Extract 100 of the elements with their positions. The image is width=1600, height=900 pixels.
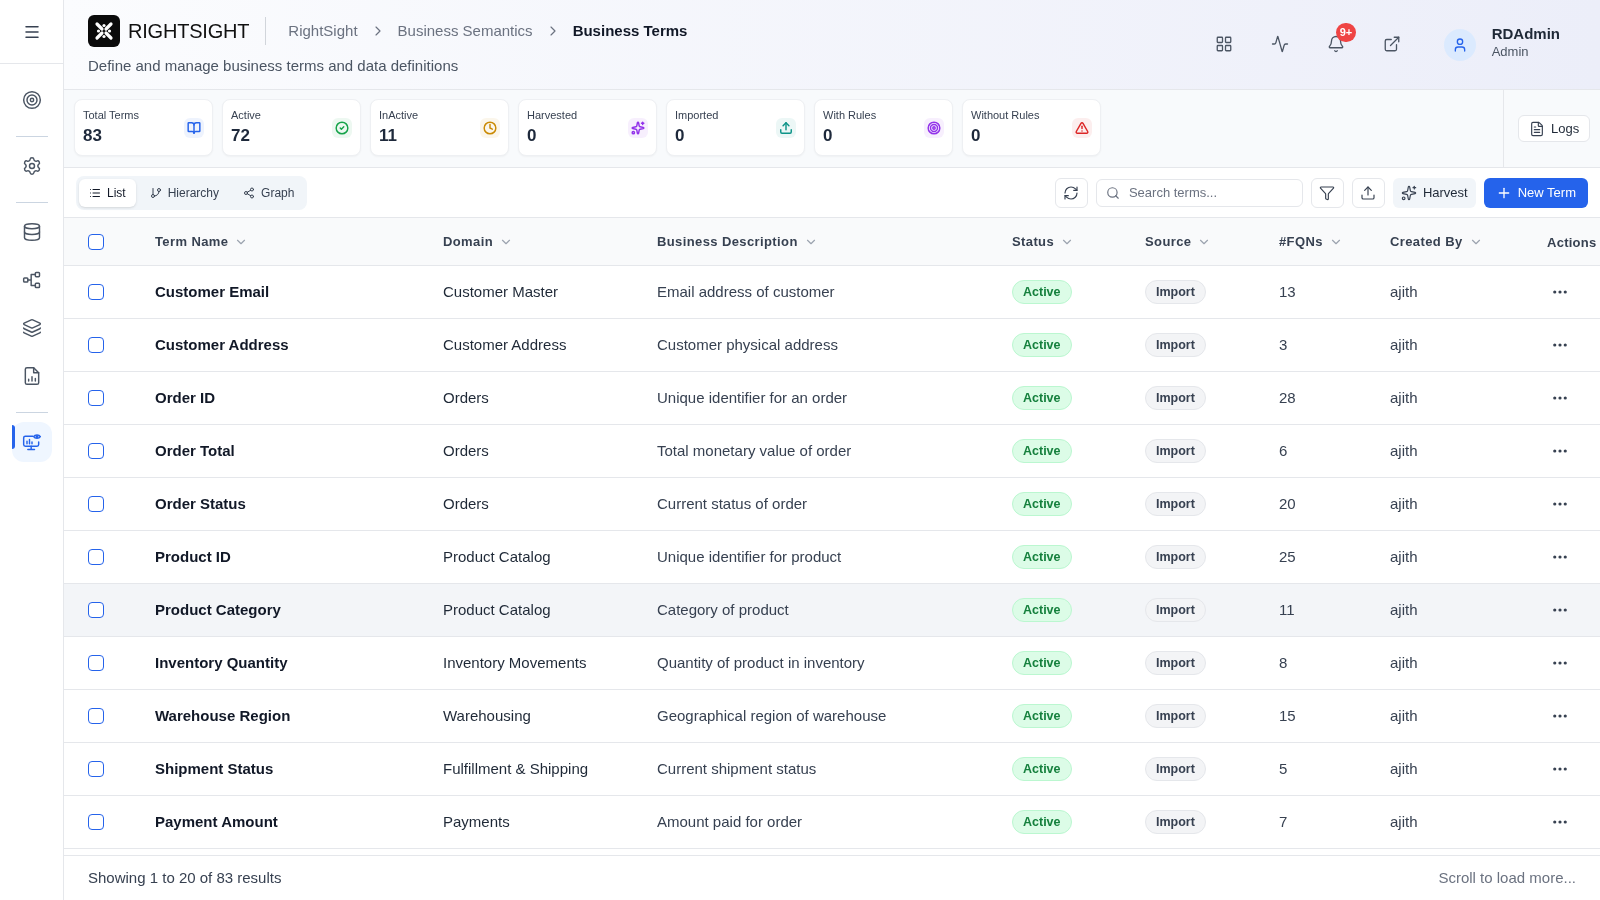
description-cell: Category of product [657,601,789,618]
stat-value: 0 [675,125,686,147]
term-name[interactable]: Customer Email [155,283,270,300]
checkbox[interactable] [88,284,104,300]
status-badge: Active [1012,810,1072,834]
warning-icon [1072,117,1092,138]
column-header[interactable]: Created By [1390,231,1483,252]
stat-value: 0 [527,125,538,147]
stat-value: 0 [823,125,834,147]
sidebar-item[interactable] [11,422,52,462]
search-field[interactable]: Search terms... [1095,178,1303,207]
database-icon [21,222,42,242]
source-badge: Import [1145,704,1206,728]
target-icon [924,117,944,138]
source-badge: Import [1145,545,1206,569]
column-header[interactable]: #FQNs [1279,231,1343,252]
stat-value: 0 [971,125,982,147]
user-avatar-icon[interactable] [1443,28,1476,61]
checkbox[interactable] [88,708,104,724]
logs-button[interactable]: Logs [1518,115,1591,142]
stat-label: Total Terms [83,108,140,122]
checkbox[interactable] [88,337,104,353]
book-icon [184,117,204,138]
source-badge: Import [1145,386,1206,410]
checkbox[interactable] [88,443,104,459]
term-name[interactable]: Payment Amount [155,813,278,830]
checkbox[interactable] [88,390,104,406]
upload-icon [776,117,796,138]
refresh-button[interactable] [1054,177,1088,208]
checkbox[interactable] [88,549,104,565]
description-cell: Email address of customer [657,283,835,300]
source-badge: Import [1145,810,1206,834]
fqn-count: 11 [1279,601,1295,618]
created-by-cell: ajith [1390,760,1418,777]
description-cell: Geographical region of warehouse [657,707,887,724]
stat-label: Active [231,108,261,122]
term-name[interactable]: Inventory Quantity [155,654,288,671]
fqn-count: 28 [1279,389,1296,406]
description-cell: Current status of order [657,495,808,512]
term-name[interactable]: Order ID [155,389,215,406]
checkbox[interactable] [88,761,104,777]
source-badge: Import [1145,598,1206,622]
term-name[interactable]: Product Category [155,601,281,618]
checkbox[interactable] [88,602,104,618]
fqn-count: 20 [1279,495,1296,512]
column-header: Actions [1547,234,1597,250]
stat-label: InActive [379,108,419,122]
fqn-count: 15 [1279,707,1296,724]
view-tab[interactable]: Hierarchy [139,178,230,207]
status-badge: Active [1012,439,1072,463]
created-by-cell: ajith [1390,654,1418,671]
source-badge: Import [1145,651,1206,675]
stat-value: 72 [231,125,251,147]
term-name[interactable]: Customer Address [155,336,289,353]
term-name[interactable]: Product ID [155,548,231,565]
description-cell: Amount paid for order [657,813,803,830]
list-icon [89,186,101,199]
fqn-count: 3 [1279,336,1288,353]
view-tab[interactable]: List [79,178,136,207]
fqn-count: 13 [1279,283,1296,300]
stat-label: Without Rules [971,108,1040,122]
column-header[interactable]: Source [1145,231,1212,252]
filter-button[interactable] [1310,177,1344,208]
checkbox[interactable] [88,655,104,671]
description-cell: Unique identifier for an order [657,389,848,406]
document-icon [1529,120,1545,137]
term-name[interactable]: Order Status [155,495,246,512]
logo-text: RIGHTSIGHT [128,21,250,41]
breadcrumb-link[interactable]: RightSight [288,19,358,43]
domain-cell: Customer Master [443,283,559,300]
column-header[interactable]: Domain [443,231,513,252]
description-cell: Unique identifier for product [657,548,842,565]
grid-icon[interactable] [1214,34,1233,53]
user-name: RDAdmin [1491,23,1560,44]
column-header[interactable]: Status [1012,231,1075,252]
status-badge: Active [1012,386,1072,410]
export-button[interactable] [1351,177,1385,208]
harvest-button[interactable]: Harvest [1392,177,1476,208]
domain-cell: Orders [443,442,489,459]
term-name[interactable]: Order Total [155,442,235,459]
column-header[interactable]: Business Description [657,231,818,252]
term-name[interactable]: Shipment Status [155,760,274,777]
checkbox[interactable] [88,233,104,250]
stat-label: Imported [675,108,719,122]
bell-icon[interactable] [1326,34,1345,53]
breadcrumb-link[interactable]: Business Semantics [397,19,533,43]
external-link-icon[interactable] [1382,34,1401,53]
status-badge: Active [1012,704,1072,728]
status-badge: Active [1012,598,1072,622]
view-tab[interactable]: Graph [233,178,305,207]
new-term-button[interactable]: New Term [1483,177,1588,208]
stat-value: 83 [83,125,103,147]
checkbox[interactable] [88,814,104,830]
checkbox[interactable] [88,496,104,512]
activity-icon[interactable] [1270,34,1289,53]
description-cell: Total monetary value of order [657,442,852,459]
column-header[interactable]: Term Name [155,231,249,252]
term-name[interactable]: Warehouse Region [155,707,291,724]
description-cell: Current shipment status [657,760,817,777]
logo-icon [88,15,120,47]
